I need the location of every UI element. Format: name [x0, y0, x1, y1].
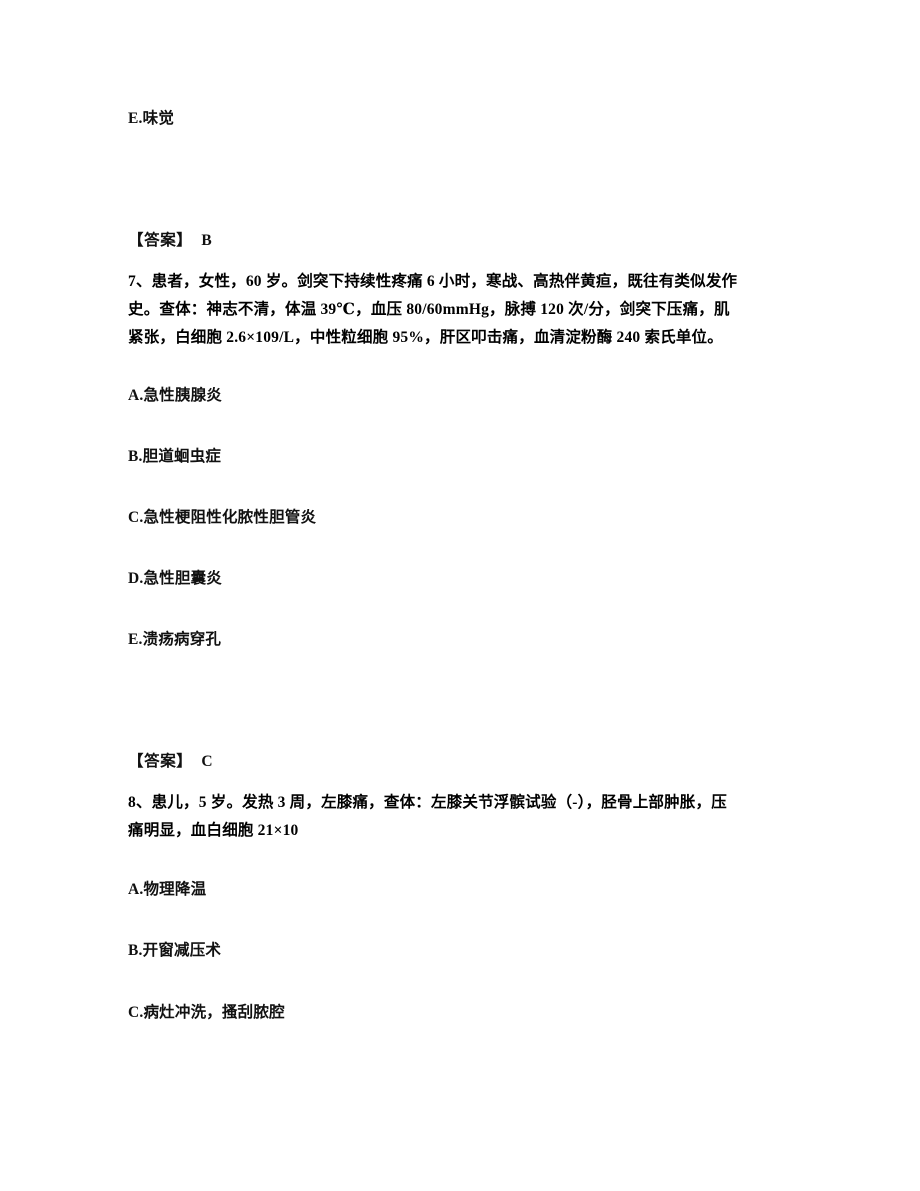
text-line: 8、患儿，5 岁。发热 3 周，左膝痛，查体：左膝关节浮髌试验（-），胫骨上部肿… — [128, 794, 727, 811]
text-line: 史。查体：神志不清，体温 39℃，血压 80/60mmHg，脉搏 120 次/分… — [128, 301, 730, 318]
text-line: B.开窗减压术 — [128, 942, 222, 959]
text-block-question-7-stem: 7、患者，女性，60 岁。剑突下持续性疼痛 6 小时，寒战、高热伴黄疸，既往有类… — [128, 268, 790, 352]
text-block-question-8-stem: 8、患儿，5 岁。发热 3 周，左膝痛，查体：左膝关节浮髌试验（-），胫骨上部肿… — [128, 789, 790, 845]
text-line: E.溃疡病穿孔 — [128, 631, 222, 648]
text-line: C.急性梗阻性化脓性胆管炎 — [128, 509, 317, 526]
text-block-answer-7: 【答案】 C — [128, 748, 790, 776]
text-line: 痛明显，血白细胞 21×10 — [128, 822, 299, 839]
text-block-prev-option-e: E.味觉 — [128, 105, 790, 133]
text-line: A.急性胰腺炎 — [128, 387, 222, 404]
text-block-q8-option-c: C.病灶冲洗，搔刮脓腔 — [128, 999, 790, 1027]
text-block-q8-option-b: B.开窗减压术 — [128, 937, 790, 965]
text-block-q7-option-c: C.急性梗阻性化脓性胆管炎 — [128, 504, 790, 532]
text-block-answer-6: 【答案】 B — [128, 227, 790, 255]
text-block-q8-option-a: A.物理降温 — [128, 876, 790, 904]
text-block-q7-option-d: D.急性胆囊炎 — [128, 565, 790, 593]
text-line: 紧张，白细胞 2.6×109/L，中性粒细胞 95%，肝区叩击痛，血清淀粉酶 2… — [128, 329, 723, 346]
text-line: D.急性胆囊炎 — [128, 570, 222, 587]
text-line: E.味觉 — [128, 110, 175, 127]
text-block-q7-option-a: A.急性胰腺炎 — [128, 382, 790, 410]
text-line: 【答案】 B — [128, 232, 213, 249]
text-line: 【答案】 C — [128, 753, 214, 770]
text-line: 7、患者，女性，60 岁。剑突下持续性疼痛 6 小时，寒战、高热伴黄疸，既往有类… — [128, 273, 738, 290]
text-block-q7-option-b: B.胆道蛔虫症 — [128, 443, 790, 471]
text-line: B.胆道蛔虫症 — [128, 448, 222, 465]
text-line: A.物理降温 — [128, 881, 207, 898]
document-page: E.味觉【答案】 B 7、患者，女性，60 岁。剑突下持续性疼痛 6 小时，寒战、… — [0, 0, 920, 1191]
text-block-q7-option-e: E.溃疡病穿孔 — [128, 626, 790, 654]
text-line: C.病灶冲洗，搔刮脓腔 — [128, 1004, 285, 1021]
